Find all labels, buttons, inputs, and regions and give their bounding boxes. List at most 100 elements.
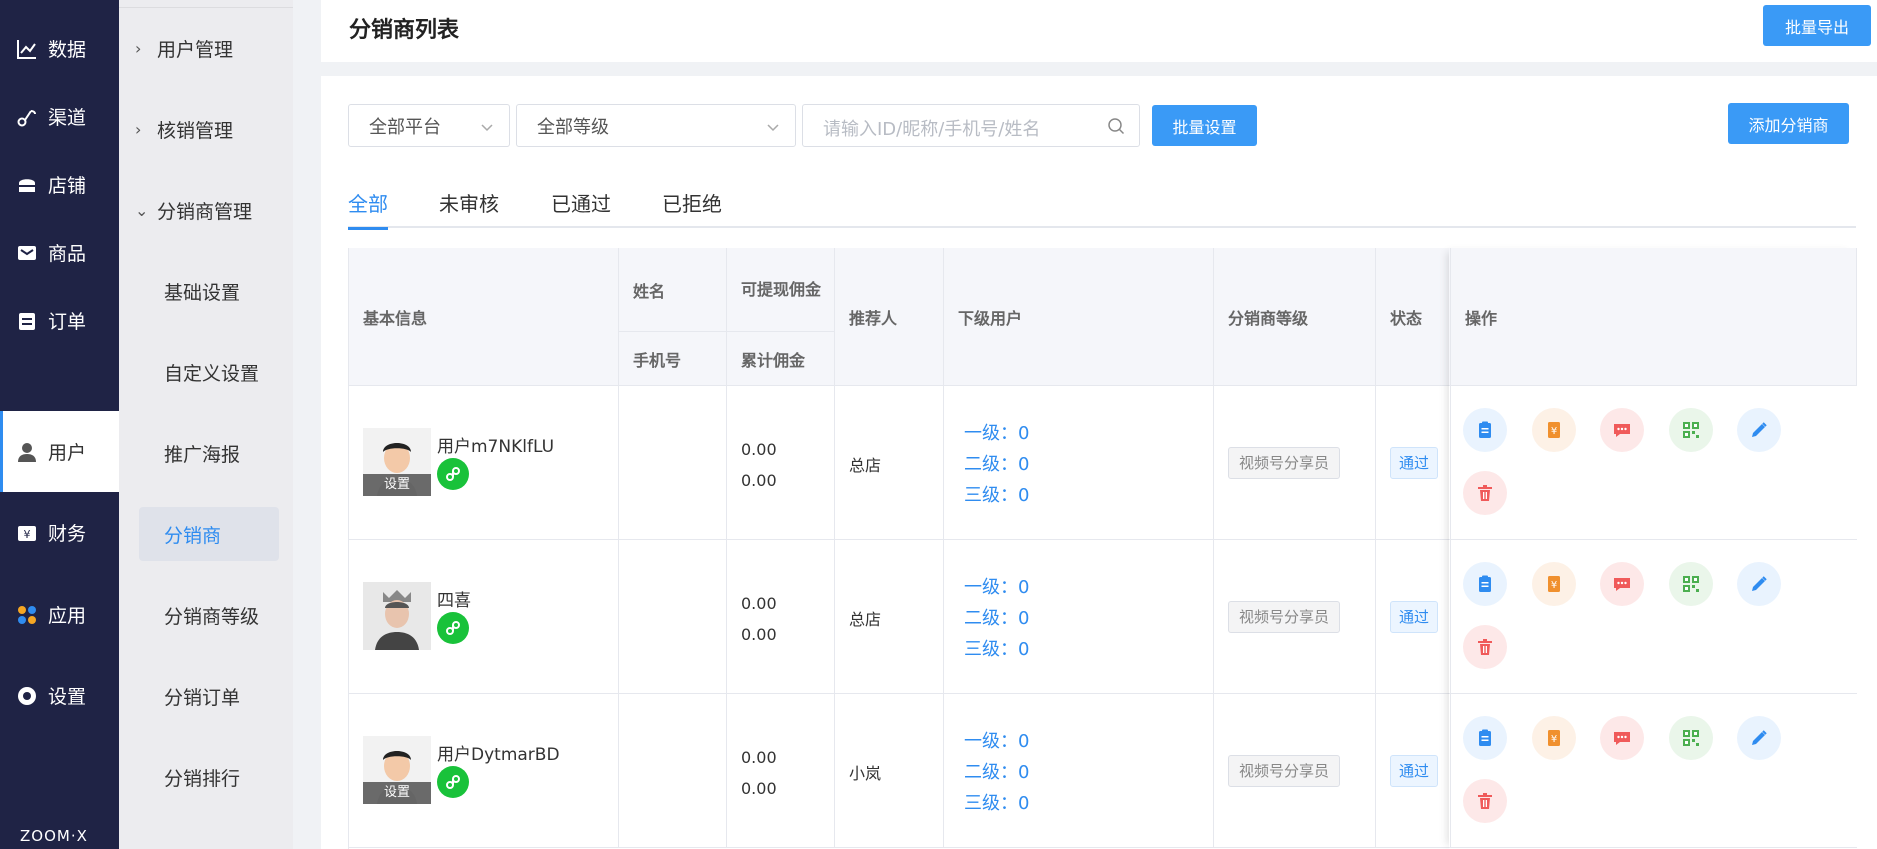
svg-text:¥: ¥ [1550, 734, 1556, 745]
header-total-commission: 累计佣金 [727, 332, 835, 386]
status-badge: 通过 [1390, 755, 1439, 787]
line-chart-icon [16, 38, 38, 60]
nav-label: 商品 [48, 243, 87, 265]
nickname: 用户m7NKlfLU [437, 437, 555, 457]
add-distributor-button[interactable]: 添加分销商 [1728, 103, 1849, 144]
search-input[interactable]: 请输入ID/昵称/手机号/姓名 [802, 104, 1140, 147]
total-commission-value: 0.00 [741, 471, 777, 490]
nickname: 四喜 [437, 591, 471, 611]
message-button[interactable] [1600, 562, 1644, 606]
avatar[interactable]: 设置 [363, 428, 431, 496]
message-icon [1612, 420, 1632, 440]
avatar-set-label[interactable]: 设置 [363, 782, 431, 804]
nav-label: 渠道 [48, 107, 87, 129]
submenu-group-label: 核销管理 [157, 119, 234, 142]
cell-commission: 0.00 0.00 [727, 694, 835, 848]
delete-icon [1475, 637, 1495, 657]
cell-name-phone [619, 540, 727, 694]
submenu-item-custom-settings[interactable]: 自定义设置 [139, 345, 279, 399]
edit-button[interactable] [1737, 716, 1781, 760]
message-button[interactable] [1600, 716, 1644, 760]
sub-level-3[interactable]: 三级：0 [964, 789, 1029, 815]
nav-label: 财务 [48, 523, 87, 545]
apps-icon [16, 604, 38, 626]
cell-level: 视频号分享员 [1214, 386, 1376, 540]
sub-level-3[interactable]: 三级：0 [964, 481, 1029, 507]
sub-level-1[interactable]: 一级：0 [964, 573, 1029, 599]
header-withdrawable: 可提现佣金 [727, 248, 835, 332]
nav-label: 数据 [48, 39, 87, 61]
commission-button[interactable]: ¥ [1531, 716, 1576, 760]
qrcode-button[interactable] [1668, 716, 1713, 760]
commission-button[interactable]: ¥ [1531, 562, 1576, 606]
qrcode-button[interactable] [1668, 408, 1713, 452]
tab-all[interactable]: 全部 [348, 188, 388, 230]
submenu-item-distributor[interactable]: 分销商 [139, 507, 279, 561]
total-commission-value: 0.00 [741, 625, 777, 644]
cell-basic-info: 设置 用户m7NKlfLU [349, 386, 619, 540]
nav-item-finance[interactable]: ¥ 财务 [0, 492, 119, 573]
goods-icon [16, 242, 38, 264]
cell-commission: 0.00 0.00 [727, 540, 835, 694]
sub-level-1[interactable]: 一级：0 [964, 727, 1029, 753]
detail-button[interactable] [1463, 716, 1507, 760]
edit-button[interactable] [1737, 562, 1781, 606]
cell-basic-info: 四喜 [349, 540, 619, 694]
sub-level-3[interactable]: 三级：0 [964, 635, 1029, 661]
header-phone: 手机号 [619, 332, 727, 386]
avatar[interactable]: 设置 [363, 736, 431, 804]
miniprogram-icon [437, 458, 469, 490]
detail-button[interactable] [1463, 408, 1507, 452]
nav-item-apps[interactable]: 应用 [0, 574, 119, 655]
svg-text:¥: ¥ [1550, 426, 1556, 437]
svg-text:¥: ¥ [1550, 580, 1556, 591]
submenu-item-distribution-orders[interactable]: 分销订单 [139, 669, 279, 723]
submenu-group-distributor[interactable]: ⌄ 分销商管理 [135, 190, 252, 230]
cell-referrer: 总店 [835, 540, 944, 694]
batch-export-button[interactable]: 批量导出 [1763, 5, 1871, 46]
nav-item-user[interactable]: 用户 [0, 411, 119, 492]
nav-item-order[interactable]: 订单 [0, 280, 119, 361]
edit-button[interactable] [1737, 408, 1781, 452]
delete-button[interactable] [1463, 471, 1507, 515]
submenu-item-ranking[interactable]: 分销排行 [139, 750, 279, 804]
tab-pending[interactable]: 未审核 [439, 188, 499, 228]
total-commission-value: 0.00 [741, 779, 777, 798]
header-referrer: 推荐人 [835, 248, 944, 386]
cell-basic-info: 设置 用户DytmarBD [349, 694, 619, 848]
message-button[interactable] [1600, 408, 1644, 452]
cell-name-phone [619, 386, 727, 540]
delete-button[interactable] [1463, 779, 1507, 823]
cell-status: 通过 [1376, 540, 1451, 694]
tab-approved[interactable]: 已通过 [551, 188, 611, 228]
batch-settings-button[interactable]: 批量设置 [1152, 105, 1257, 146]
submenu-group-user-management[interactable]: › 用户管理 [135, 28, 233, 68]
nav-item-settings[interactable]: 设置 [0, 655, 119, 736]
detail-button[interactable] [1463, 562, 1507, 606]
store-icon [16, 174, 38, 196]
sub-level-2[interactable]: 二级：0 [964, 450, 1029, 476]
cell-referrer: 总店 [835, 386, 944, 540]
nav-label: 用户 [48, 442, 87, 464]
sub-level-2[interactable]: 二级：0 [964, 604, 1029, 630]
level-select-value: 全部等级 [537, 116, 609, 138]
submenu-group-verification[interactable]: › 核销管理 [135, 109, 233, 149]
avatar-set-label[interactable]: 设置 [363, 474, 431, 496]
referrer-value: 总店 [849, 456, 882, 475]
delete-button[interactable] [1463, 625, 1507, 669]
search-icon[interactable] [1107, 117, 1125, 139]
tab-rejected[interactable]: 已拒绝 [662, 188, 722, 228]
platform-select[interactable]: 全部平台 [348, 104, 510, 147]
submenu-item-basic-settings[interactable]: 基础设置 [139, 264, 279, 318]
sub-level-1[interactable]: 一级：0 [964, 419, 1029, 445]
commission-button[interactable]: ¥ [1531, 408, 1576, 452]
submenu-item-poster[interactable]: 推广海报 [139, 426, 279, 480]
level-select[interactable]: 全部等级 [516, 104, 796, 147]
edit-icon [1749, 728, 1769, 748]
level-tag: 视频号分享员 [1228, 447, 1341, 479]
submenu-item-distributor-level[interactable]: 分销商等级 [139, 588, 279, 642]
avatar[interactable] [363, 582, 431, 650]
qrcode-icon [1681, 728, 1701, 748]
qrcode-button[interactable] [1668, 562, 1713, 606]
sub-level-2[interactable]: 二级：0 [964, 758, 1029, 784]
